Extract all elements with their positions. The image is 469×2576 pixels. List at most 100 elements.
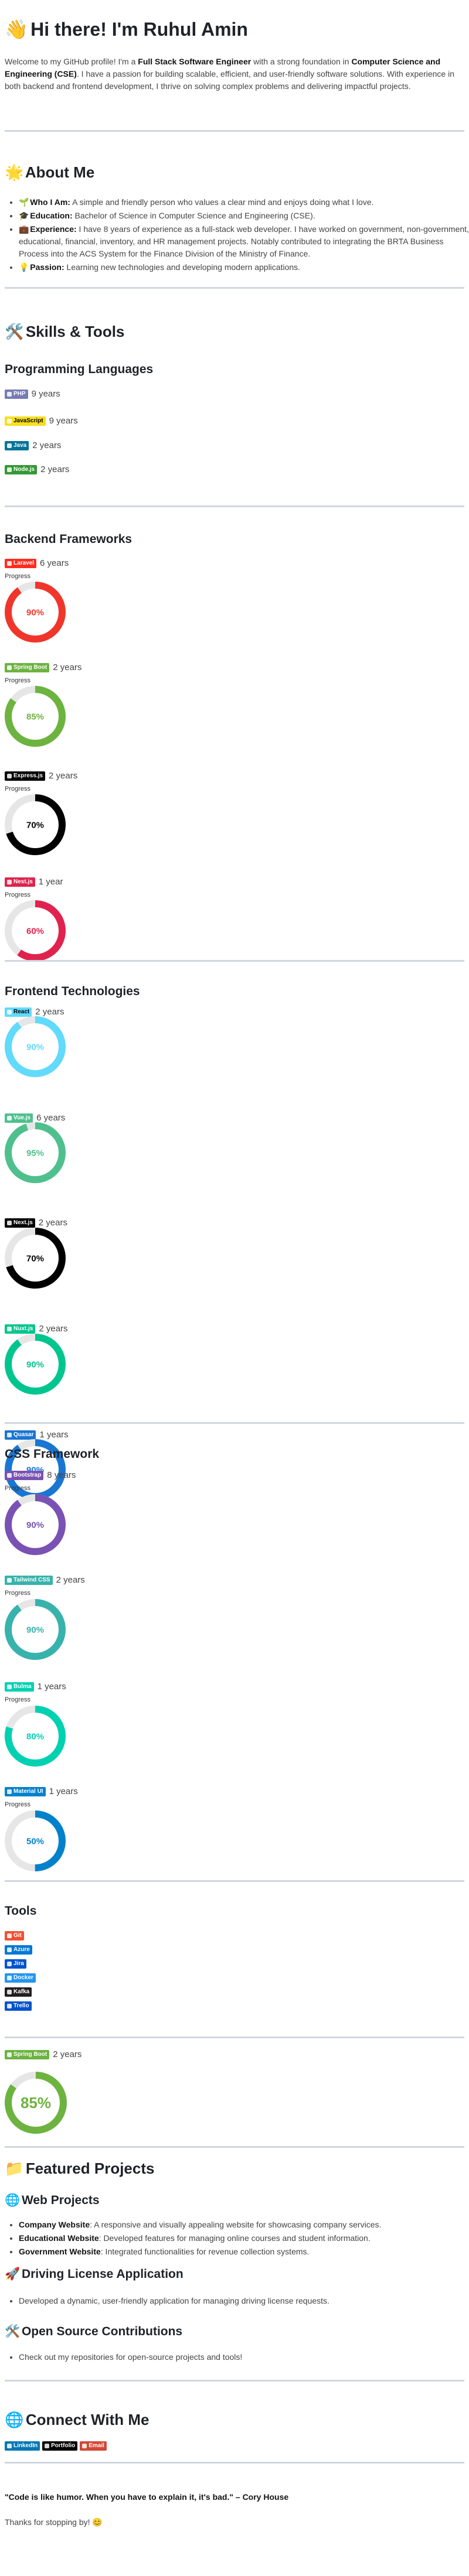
vue-js-progress-ring: 95% xyxy=(5,1122,66,1183)
linkedin-badge[interactable]: LinkedIn xyxy=(5,2441,40,2451)
divider xyxy=(5,2380,464,2382)
badge-label: Spring Boot xyxy=(13,664,47,671)
waving-hand-icon: 👋 xyxy=(5,19,28,40)
about-item-label: Education: xyxy=(30,211,73,220)
skill-years: 8 years xyxy=(47,1470,76,1480)
list-item: Developed a dynamic, user-friendly appli… xyxy=(19,2295,469,2307)
tool-item: Docker xyxy=(5,1972,36,1984)
spring-boot-progress-ring: 85% xyxy=(5,2072,67,2134)
next-js-logo-icon xyxy=(7,1221,12,1226)
divider xyxy=(5,505,464,507)
react-badge: React xyxy=(5,1007,32,1017)
badge-label: PHP xyxy=(13,391,26,398)
node-js-logo-icon xyxy=(7,467,12,473)
javascript-logo-icon xyxy=(7,419,12,424)
progress-label: Progress xyxy=(5,677,31,684)
rocket-icon: 🚀 xyxy=(5,2267,21,2281)
progress-label: Progress xyxy=(5,891,31,898)
email-logo-icon xyxy=(82,2444,87,2448)
express-js-progress-ring: 70% xyxy=(5,794,66,855)
progress-value: 80% xyxy=(26,1731,44,1741)
driving-list: Developed a dynamic, user-friendly appli… xyxy=(5,2295,469,2308)
nuxt-js-badge: Nuxt.js xyxy=(5,1324,36,1334)
divider xyxy=(5,287,464,289)
languages-heading: Programming Languages xyxy=(5,363,154,376)
tool-item: Kafka xyxy=(5,1986,32,1998)
skill-years: 1 years xyxy=(37,1682,66,1692)
react-progress-ring: 90% xyxy=(5,1016,66,1077)
about-heading: 🌟 About Me xyxy=(5,163,95,181)
badge-label: Spring Boot xyxy=(13,2051,47,2058)
bulma-progress-ring: 80% xyxy=(5,1706,66,1767)
progress-value: 90% xyxy=(26,1359,44,1369)
laravel-progress-ring: 90% xyxy=(5,582,66,643)
spring-boot-progress-ring: 85% xyxy=(5,686,66,747)
skill-row: Java 2 years xyxy=(5,439,61,453)
bootstrap-badge: Bootstrap xyxy=(5,1471,44,1481)
project-name: Company Website xyxy=(19,2220,90,2229)
about-item-label: Who I Am: xyxy=(30,197,70,207)
skill-row: Bulma 1 years xyxy=(5,1680,66,1694)
skill-row: Express.js 2 years xyxy=(5,770,77,783)
progress-value: 90% xyxy=(26,1042,44,1052)
tailwind-css-logo-icon xyxy=(7,1578,12,1583)
oss-list: Check out my repositories for open-sourc… xyxy=(5,2351,469,2365)
javascript-badge: JavaScript xyxy=(5,416,46,426)
skill-row: Material UI 1 years xyxy=(5,1785,78,1799)
badge-label: Docker xyxy=(13,1974,33,1981)
material-ui-progress-ring: 50% xyxy=(5,1810,66,1871)
tailwind-css-badge: Tailwind CSS xyxy=(5,1576,53,1586)
badge-label: Vue.js xyxy=(13,1115,31,1122)
badge-label: LinkedIn xyxy=(13,2442,38,2449)
spring-boot-badge: Spring Boot xyxy=(5,2050,50,2060)
bulma-logo-icon xyxy=(7,1685,12,1690)
skill-years: 6 years xyxy=(40,558,69,568)
skill-row: JavaScript 9 years xyxy=(5,415,78,428)
trello-logo-icon xyxy=(7,2004,12,2008)
divider xyxy=(5,1422,464,1424)
skill-years: 2 years xyxy=(32,440,62,450)
progress-value: 85% xyxy=(26,712,44,722)
linkedin-logo-icon xyxy=(7,2444,12,2448)
tailwind-css-progress-ring: 90% xyxy=(5,1599,66,1660)
vue-js-logo-icon xyxy=(7,1116,12,1121)
progress-value: 90% xyxy=(26,607,44,617)
about-item-text: Learning new technologies and developing… xyxy=(64,262,301,272)
progress-value: 95% xyxy=(26,1148,44,1158)
backend-heading: Backend Frameworks xyxy=(5,532,132,546)
git-logo-icon xyxy=(7,1933,12,1938)
next-js-badge: Next.js xyxy=(5,1218,35,1228)
email-badge[interactable]: Email xyxy=(80,2441,107,2451)
skill-years: 2 years xyxy=(40,464,70,474)
about-item-text: I have 8 years of experience as a full-s… xyxy=(19,224,469,258)
badge-label: Email xyxy=(89,2442,104,2449)
badge-label: Next.js xyxy=(13,1219,33,1226)
badge-label: Bootstrap xyxy=(13,1472,42,1479)
badge-label: JavaScript xyxy=(13,418,43,425)
intro-segment: Welcome to my GitHub profile! I'm a xyxy=(5,57,138,66)
about-item-text: Bachelor of Science in Computer Science … xyxy=(72,211,315,220)
progress-label: Progress xyxy=(5,785,31,792)
divider xyxy=(5,2462,464,2464)
badge-label: Laravel xyxy=(13,560,35,567)
skill-years: 2 years xyxy=(49,771,78,781)
badge-label: Kafka xyxy=(13,1989,30,1995)
oss-heading: 🛠️ Open Source Contributions xyxy=(5,2324,182,2339)
skill-row: Spring Boot 2 years xyxy=(5,2048,81,2062)
globe-icon: 🌐 xyxy=(5,2194,21,2207)
skill-years: 1 year xyxy=(38,877,63,887)
bootstrap-logo-icon xyxy=(7,1473,12,1478)
skill-years: 2 years xyxy=(53,2049,82,2059)
folder-icon: 📁 xyxy=(5,2160,24,2177)
list-item: Check out my repositories for open-sourc… xyxy=(19,2351,469,2363)
divider xyxy=(5,130,464,132)
connect-badges: LinkedIn Portfolio Email xyxy=(5,2441,107,2451)
portfolio-badge[interactable]: Portfolio xyxy=(42,2441,78,2451)
trello-badge: Trello xyxy=(5,2001,32,2011)
badge-label: Bulma xyxy=(13,1683,32,1690)
java-badge: Java xyxy=(5,441,29,451)
progress-label: Progress xyxy=(5,1801,31,1808)
progress-label: Progress xyxy=(5,1590,31,1597)
spring-boot-logo-icon xyxy=(7,665,12,671)
php-badge: PHP xyxy=(5,390,28,399)
